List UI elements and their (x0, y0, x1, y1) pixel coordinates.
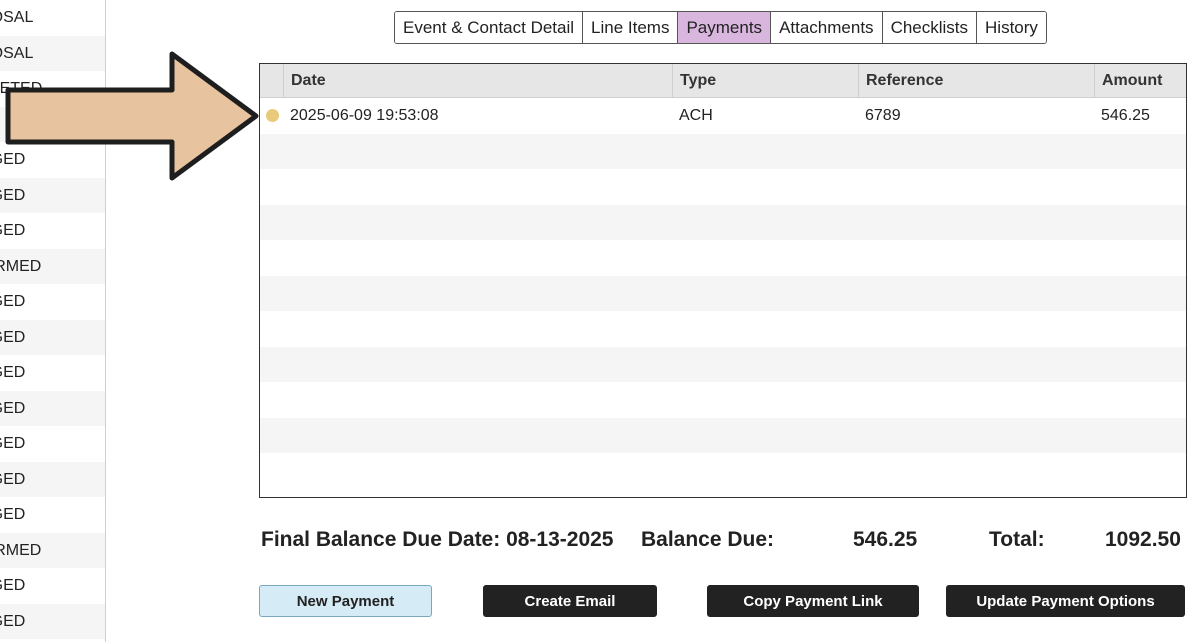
table-header: Date Type Reference Amount (260, 64, 1186, 98)
payment-reference: 6789 (865, 107, 901, 124)
tab-history[interactable]: History (977, 12, 1046, 43)
empty-row (260, 169, 1186, 205)
new-payment-button[interactable]: New Payment (259, 585, 432, 617)
copy-payment-link-button[interactable]: Copy Payment Link (707, 585, 919, 617)
balance-summary: Final Balance Due Date: 08-13-2025 Balan… (0, 528, 1200, 558)
tab-payments[interactable]: Payments (678, 12, 772, 43)
table-row[interactable]: 2025-06-09 19:53:08 ACH 6789 546.25 (260, 98, 1186, 134)
status-dot-icon (266, 109, 279, 123)
empty-row (260, 311, 1186, 347)
status-list-item[interactable]: AGED (0, 213, 105, 249)
balance-due-value: 546.25 (853, 528, 918, 551)
empty-row (260, 275, 1186, 311)
column-header-amount[interactable]: Amount (1094, 64, 1186, 97)
status-list-item[interactable]: POSAL (0, 0, 105, 36)
empty-row (260, 382, 1186, 418)
status-list-item[interactable]: AGED (0, 461, 105, 497)
empty-row (260, 240, 1186, 276)
status-list-item[interactable]: AGED (0, 319, 105, 355)
payment-type: ACH (679, 107, 713, 124)
status-list-item[interactable]: AGED (0, 603, 105, 639)
empty-row (260, 204, 1186, 240)
empty-row (260, 133, 1186, 169)
payment-date: 2025-06-09 19:53:08 (290, 107, 439, 124)
empty-row (260, 417, 1186, 453)
status-list-item[interactable]: AGED (0, 390, 105, 426)
status-list-item[interactable]: AGED (0, 284, 105, 320)
update-payment-options-button[interactable]: Update Payment Options (946, 585, 1185, 617)
detail-tabs: Event & Contact Detail Line Items Paymen… (394, 11, 1047, 44)
tab-line-items[interactable]: Line Items (583, 12, 679, 43)
empty-row (260, 453, 1186, 489)
column-header-date[interactable]: Date (283, 64, 672, 97)
status-list-item[interactable]: AGED (0, 568, 105, 604)
status-list-item[interactable]: FIRMED (0, 248, 105, 284)
status-list-item[interactable]: AGED (0, 426, 105, 462)
tab-checklists[interactable]: Checklists (882, 12, 978, 43)
column-header-type[interactable]: Type (672, 64, 858, 97)
empty-row (260, 346, 1186, 382)
pointer-arrow-icon (5, 51, 259, 181)
tab-event-contact-detail[interactable]: Event & Contact Detail (395, 12, 584, 43)
final-balance-due-date: Final Balance Due Date: 08-13-2025 (261, 528, 614, 551)
tab-attachments[interactable]: Attachments (771, 12, 883, 43)
total-value: 1092.50 (1105, 528, 1181, 551)
status-list-item[interactable]: AGED (0, 355, 105, 391)
column-header-reference[interactable]: Reference (858, 64, 1094, 97)
payment-amount: 546.25 (1101, 107, 1150, 124)
total-label: Total: (989, 528, 1045, 551)
create-email-button[interactable]: Create Email (483, 585, 657, 617)
balance-due-label: Balance Due: (641, 528, 775, 551)
status-column-header (260, 64, 283, 97)
payments-table: Date Type Reference Amount 2025-06-09 19… (259, 63, 1187, 498)
